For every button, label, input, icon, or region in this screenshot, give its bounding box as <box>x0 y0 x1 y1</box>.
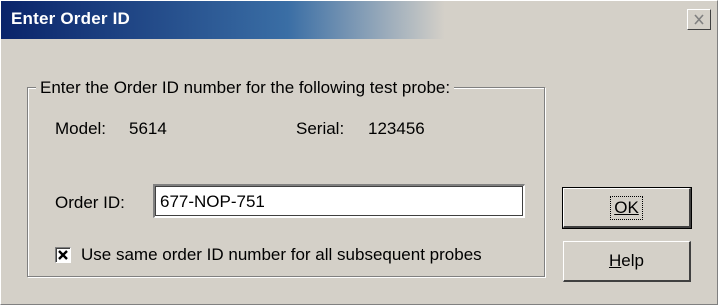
same-order-id-label[interactable]: Use same order ID number for all subsequ… <box>81 245 482 265</box>
model-value: 5614 <box>129 119 167 138</box>
help-rest: elp <box>621 251 644 270</box>
model-label: Model: <box>55 119 107 138</box>
help-button-label: Help <box>606 250 647 272</box>
serial-label: Serial: <box>296 119 345 138</box>
dialog-title: Enter Order ID <box>11 9 130 28</box>
close-button[interactable] <box>687 9 711 30</box>
ok-button[interactable]: OK <box>562 187 692 229</box>
order-id-label: Order ID: <box>55 193 125 212</box>
groupbox-legend: Enter the Order ID number for the follow… <box>36 78 455 98</box>
dialog-window: Enter Order ID Enter the Order ID number… <box>0 0 718 305</box>
order-id-input[interactable] <box>153 184 525 218</box>
help-button[interactable]: Help <box>563 241 691 282</box>
help-mnemonic: H <box>609 251 622 270</box>
ok-button-label: OK <box>610 195 643 220</box>
same-order-id-checkbox[interactable] <box>55 247 71 263</box>
title-bar[interactable]: Enter Order ID <box>1 1 717 39</box>
check-icon <box>57 249 69 261</box>
close-icon <box>693 14 705 25</box>
serial-value: 123456 <box>368 119 425 138</box>
